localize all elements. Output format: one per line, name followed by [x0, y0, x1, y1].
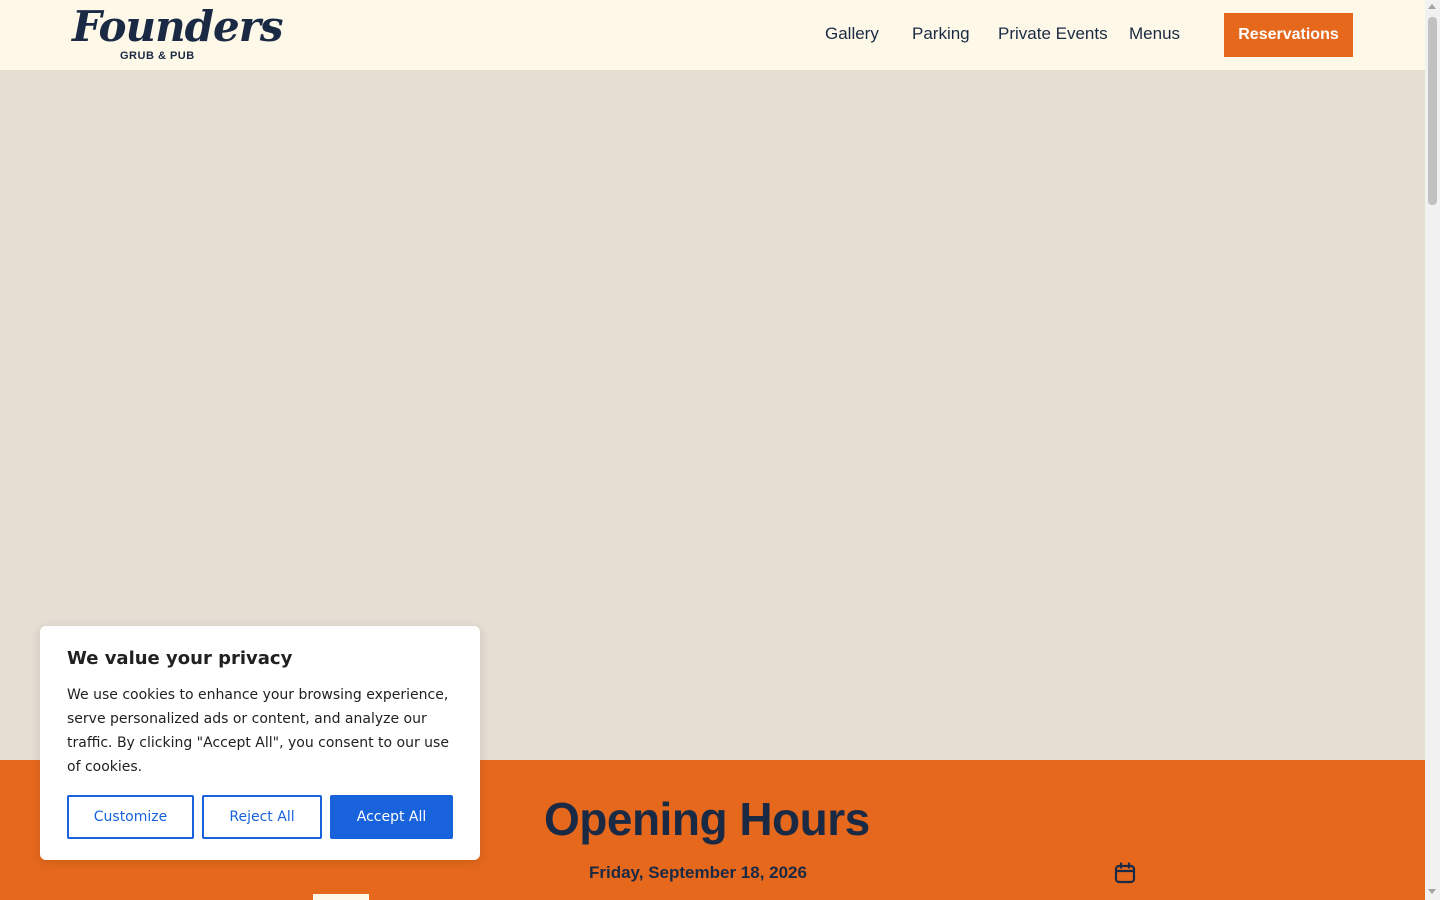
page: Founders GRUB & PUB Gallery Parking Priv… — [0, 0, 1425, 900]
cookie-reject-all-button[interactable]: Reject All — [202, 795, 322, 839]
nav-private-events[interactable]: Private Events — [998, 24, 1108, 44]
cookie-customize-button[interactable]: Customize — [67, 795, 194, 839]
nav-menus[interactable]: Menus — [1129, 24, 1180, 44]
logo-subtitle: GRUB & PUB — [120, 50, 195, 62]
page-scrollbar[interactable] — [1425, 0, 1440, 900]
opening-hours-date[interactable]: Friday, September 18, 2026 — [589, 863, 807, 883]
calendar-icon[interactable] — [1114, 862, 1136, 884]
cream-tab-decoration — [313, 894, 369, 900]
cookie-consent-banner: We value your privacy We use cookies to … — [40, 626, 480, 860]
nav-gallery[interactable]: Gallery — [825, 24, 879, 44]
cookie-text: We use cookies to enhance your browsing … — [67, 687, 449, 775]
cookie-title: We value your privacy — [67, 648, 293, 669]
cookie-accept-all-button[interactable]: Accept All — [330, 795, 453, 839]
scrollbar-thumb[interactable] — [1428, 17, 1437, 205]
reservations-button[interactable]: Reservations — [1224, 13, 1353, 57]
logo-wordmark: Founders — [72, 2, 283, 51]
site-header: Founders GRUB & PUB Gallery Parking Priv… — [0, 0, 1425, 70]
site-logo[interactable]: Founders GRUB & PUB — [72, 2, 283, 66]
opening-hours-title: Opening Hours — [544, 793, 870, 845]
scroll-up-arrow-icon[interactable] — [1428, 4, 1436, 9]
scroll-down-arrow-icon[interactable] — [1428, 889, 1436, 894]
nav-parking[interactable]: Parking — [912, 24, 970, 44]
